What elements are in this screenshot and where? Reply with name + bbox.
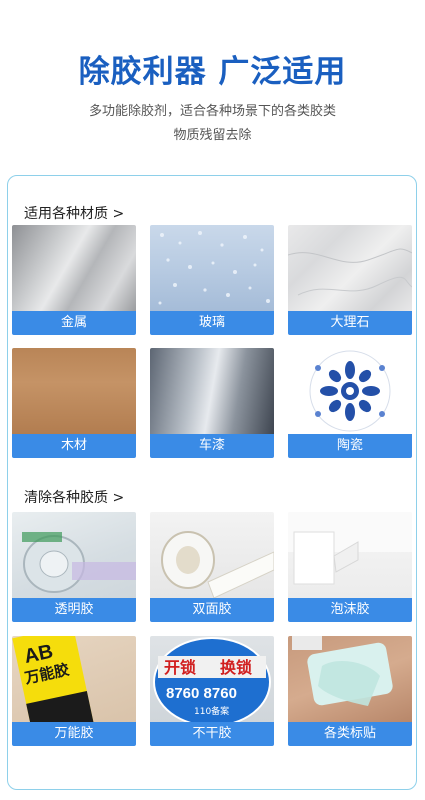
sticker-sign-icon: 开锁 换锁 8760 8760 110备案 [150, 636, 274, 727]
card-label-sticker[interactable]: 各类标贴 [288, 636, 412, 746]
foam-tape-icon [288, 512, 412, 598]
card-ab-glue[interactable]: AB 万能胶 万能胶 [12, 636, 136, 746]
car-paint-surface-icon [150, 348, 274, 434]
card-label: 大理石 [288, 311, 412, 335]
record-text: 110备案 [194, 705, 229, 717]
phone-text: 8760 8760 [166, 685, 237, 702]
unlock-text: 开锁 [164, 658, 196, 677]
label-sticker-icon [288, 636, 412, 722]
card-double-tape[interactable]: 双面胶 [150, 512, 274, 622]
section-title-adhesives[interactable]: 清除各种胶质 > [24, 487, 124, 507]
card-label: 泡沫胶 [288, 598, 412, 622]
card-label: 车漆 [150, 434, 274, 458]
change-lock-text: 换锁 [220, 658, 252, 677]
metal-surface-icon [12, 225, 136, 311]
card-sticker[interactable]: 开锁 换锁 8760 8760 110备案 不干胶 [150, 636, 274, 746]
card-label: 万能胶 [12, 722, 136, 746]
section-title-materials[interactable]: 适用各种材质 > [24, 203, 124, 223]
card-label: 透明胶 [12, 598, 136, 622]
card-label: 陶瓷 [288, 434, 412, 458]
card-marble[interactable]: 大理石 [288, 225, 412, 335]
subtitle-line-2: 物质残留去除 [173, 128, 252, 143]
card-label: 不干胶 [150, 722, 274, 746]
page-title: 除胶利器 广泛适用 [78, 54, 347, 90]
clear-tape-icon [12, 512, 136, 598]
card-label: 金属 [12, 311, 136, 335]
card-label: 各类标贴 [288, 722, 412, 746]
glass-surface-icon [150, 225, 274, 311]
subtitle-line-1: 多功能除胶剂，适合各种场景下的各类胶类 [88, 104, 336, 119]
card-label: 玻璃 [150, 311, 274, 335]
card-car-paint[interactable]: 车漆 [150, 348, 274, 458]
marble-surface-icon [288, 225, 412, 311]
card-wood[interactable]: 木材 [12, 348, 136, 458]
card-clear-tape[interactable]: 透明胶 [12, 512, 136, 622]
wood-surface-icon [12, 348, 136, 434]
card-metal[interactable]: 金属 [12, 225, 136, 335]
card-ceramic[interactable]: 陶瓷 [288, 348, 412, 458]
card-foam-tape[interactable]: 泡沫胶 [288, 512, 412, 622]
card-label: 木材 [12, 434, 136, 458]
card-glass[interactable]: 玻璃 [150, 225, 274, 335]
ab-glue-tube-icon: AB 万能胶 [12, 636, 136, 746]
card-label: 双面胶 [150, 598, 274, 622]
ceramic-plate-icon [288, 348, 412, 434]
double-sided-tape-icon [150, 512, 274, 599]
